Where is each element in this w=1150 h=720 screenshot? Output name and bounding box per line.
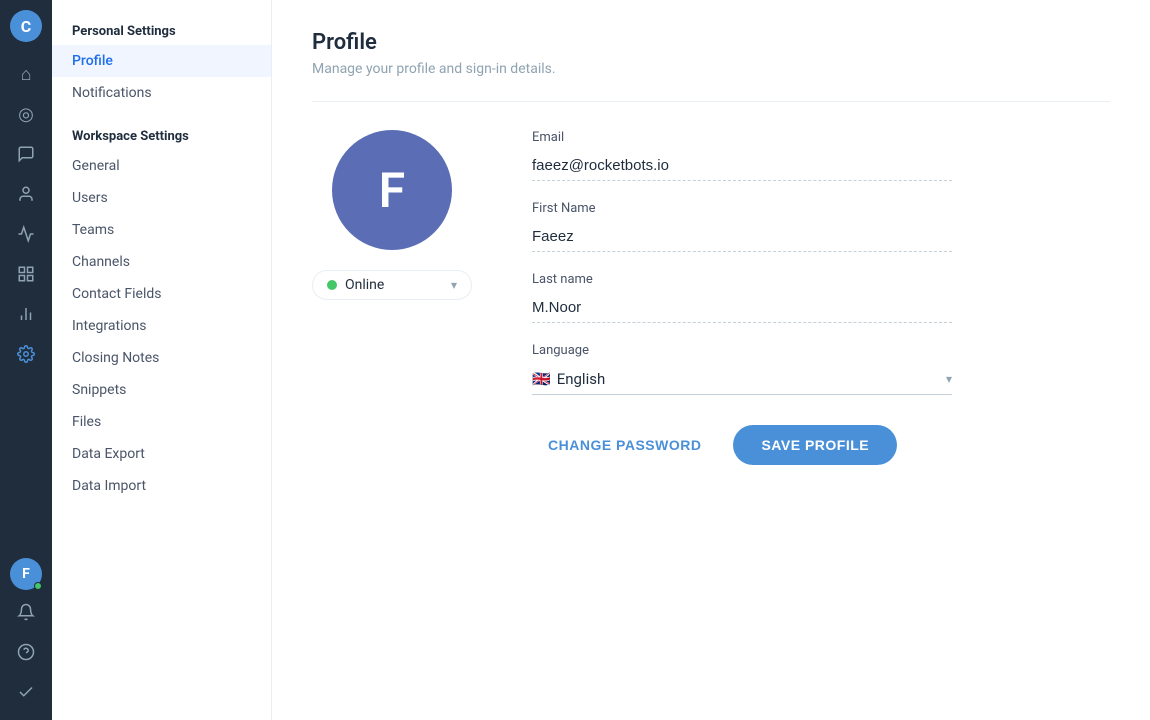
language-group: Language 🇬🇧 English ▾ [532,343,952,395]
last-name-group: Last name [532,272,952,323]
language-value: English [557,370,606,388]
page-subtitle: Manage your profile and sign-in details. [312,61,1110,77]
avatar-column: F Online ▾ [312,130,472,300]
status-dropdown[interactable]: Online ▾ [312,270,472,300]
graph-nav-icon[interactable] [8,216,44,252]
home-nav-icon[interactable]: ⌂ [8,56,44,92]
form-column: Email First Name Last name Language 🇬🇧 E… [532,130,952,465]
icon-sidebar: C ⌂ ◎ F [0,0,52,720]
save-profile-button[interactable]: SAVE PROFILE [733,425,897,465]
workspace-settings-title: Workspace Settings [52,121,271,150]
nav-item-data-import[interactable]: Data Import [52,470,271,502]
checkmark-nav-icon[interactable] [8,674,44,710]
nav-sidebar: Personal Settings Profile Notifications … [52,0,272,720]
status-online-dot [327,280,337,290]
status-chevron-icon: ▾ [451,278,457,292]
language-select[interactable]: 🇬🇧 English ▾ [532,364,952,395]
main-content: Profile Manage your profile and sign-in … [272,0,1150,720]
change-password-button[interactable]: CHANGE PASSWORD [532,427,717,463]
first-name-label: First Name [532,201,952,216]
nav-item-integrations[interactable]: Integrations [52,310,271,342]
nav-item-files[interactable]: Files [52,406,271,438]
email-group: Email [532,130,952,181]
nav-item-closing-notes[interactable]: Closing Notes [52,342,271,374]
nav-item-channels[interactable]: Channels [52,246,271,278]
page-divider [312,101,1110,102]
first-name-group: First Name [532,201,952,252]
bottom-icons: F [8,558,44,710]
user-avatar-icon[interactable]: F [10,558,42,590]
profile-section: F Online ▾ Email First Name Last name [312,130,1110,465]
chart-nav-icon[interactable]: ◎ [8,96,44,132]
help-nav-icon[interactable] [8,634,44,670]
nav-item-snippets[interactable]: Snippets [52,374,271,406]
nav-item-teams[interactable]: Teams [52,214,271,246]
language-select-inner: 🇬🇧 English [532,370,605,388]
email-label: Email [532,130,952,145]
buttons-row: CHANGE PASSWORD SAVE PROFILE [532,425,952,465]
language-chevron-icon: ▾ [946,372,952,386]
nav-item-contact-fields[interactable]: Contact Fields [52,278,271,310]
email-input[interactable] [532,151,952,181]
bell-nav-icon[interactable] [8,594,44,630]
chat-nav-icon[interactable] [8,136,44,172]
org-nav-icon[interactable] [8,256,44,292]
status-dropdown-inner: Online [327,277,384,293]
nav-item-data-export[interactable]: Data Export [52,438,271,470]
profile-avatar[interactable]: F [332,130,452,250]
app-logo[interactable]: C [10,10,42,42]
settings-nav-icon[interactable] [8,336,44,372]
last-name-input[interactable] [532,293,952,323]
contacts-nav-icon[interactable] [8,176,44,212]
nav-item-profile[interactable]: Profile [52,45,271,77]
online-status-dot [34,582,42,590]
first-name-input[interactable] [532,222,952,252]
nav-item-notifications[interactable]: Notifications [52,77,271,109]
personal-settings-title: Personal Settings [52,16,271,45]
reports-nav-icon[interactable] [8,296,44,332]
language-label: Language [532,343,952,358]
page-title: Profile [312,30,1110,55]
status-label: Online [345,277,384,293]
language-flag-icon: 🇬🇧 [532,370,551,388]
nav-item-general[interactable]: General [52,150,271,182]
last-name-label: Last name [532,272,952,287]
nav-item-users[interactable]: Users [52,182,271,214]
